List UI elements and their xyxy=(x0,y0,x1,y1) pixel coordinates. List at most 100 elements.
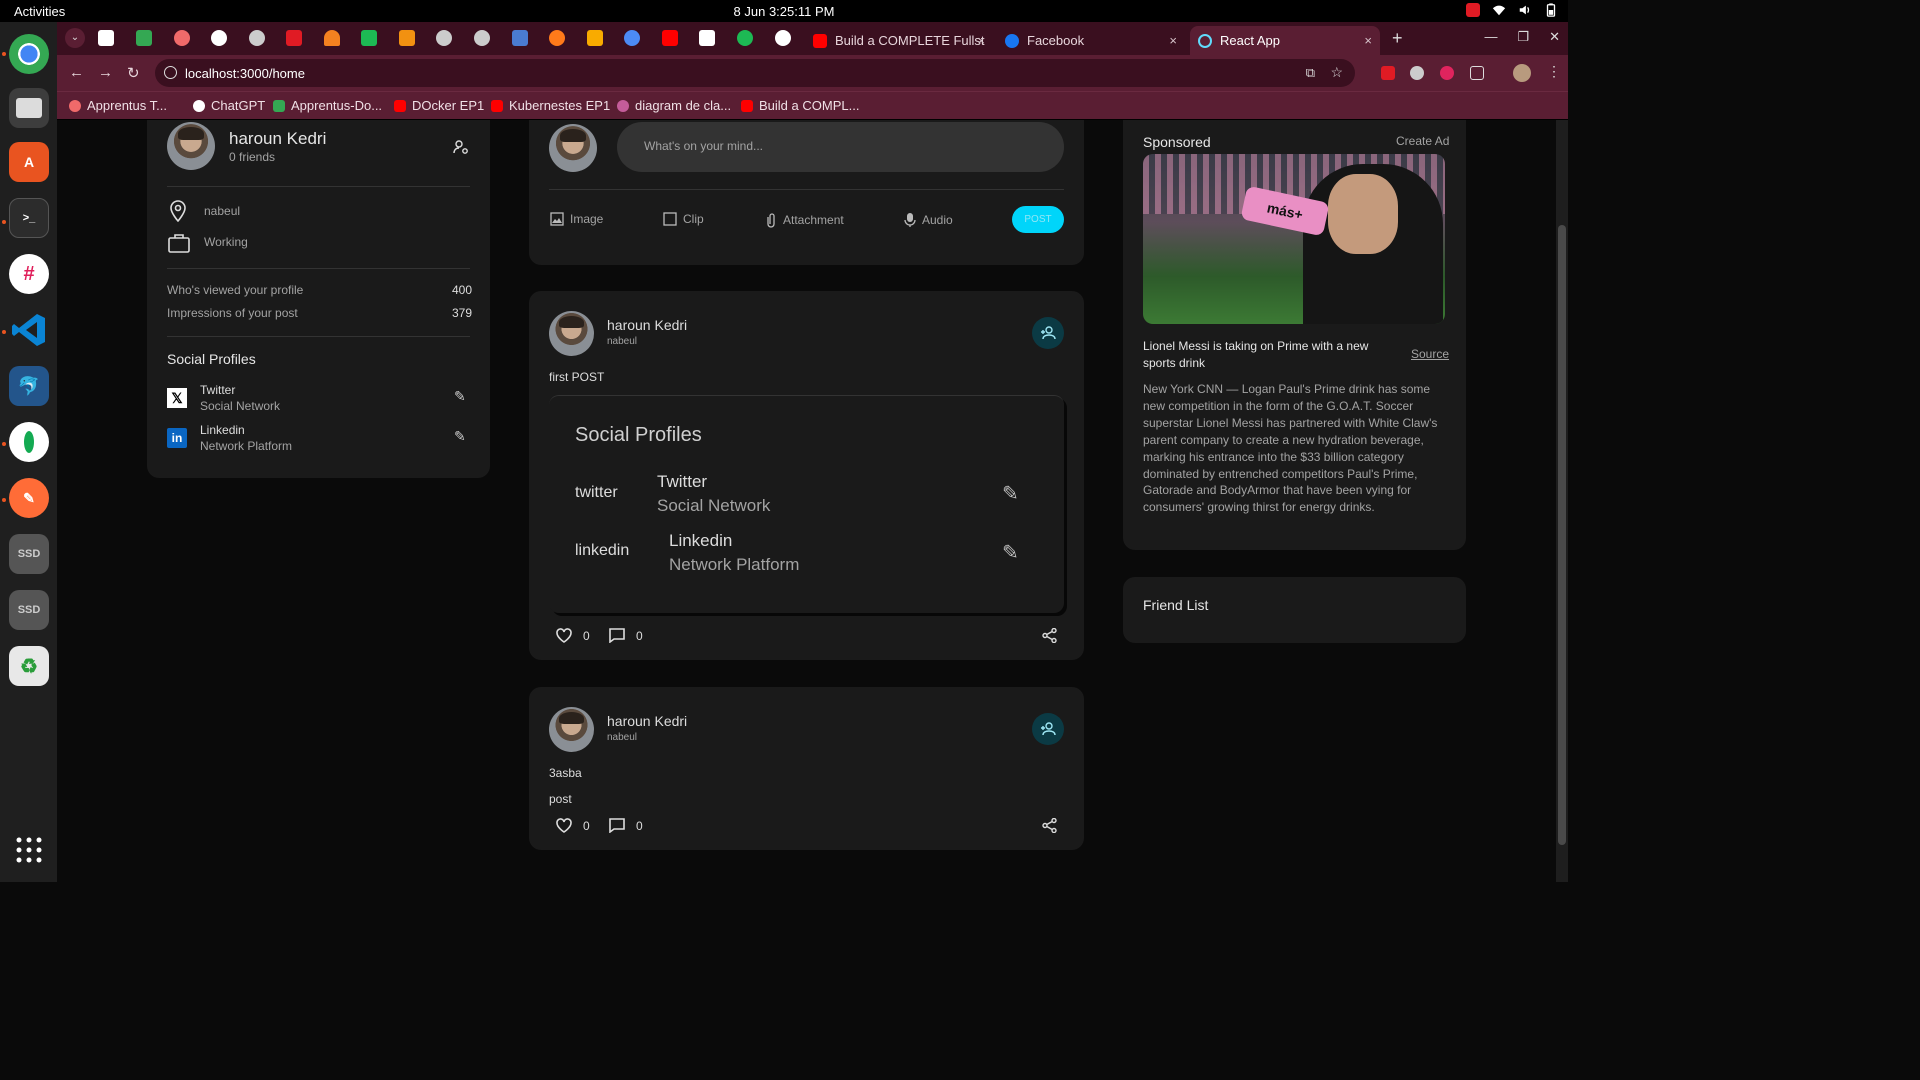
site-info-icon[interactable] xyxy=(164,66,177,79)
address-bar[interactable]: localhost:3000/home ⧉ ☆ xyxy=(155,59,1355,87)
extension-icon[interactable] xyxy=(1381,66,1395,80)
ssd-drive-icon[interactable]: SSD xyxy=(9,534,49,574)
pinned-tab-youtube-icon[interactable] xyxy=(662,30,678,46)
vscode-launcher-icon[interactable] xyxy=(9,310,49,350)
tab-search-icon[interactable]: ⌄ xyxy=(65,28,85,48)
system-tray[interactable] xyxy=(1466,3,1558,17)
battery-icon[interactable] xyxy=(1544,3,1558,17)
close-tab-icon[interactable]: × xyxy=(977,33,985,48)
tab-facebook[interactable]: Facebook × xyxy=(997,26,1185,55)
pinned-tab-gmail-icon[interactable] xyxy=(98,30,114,46)
close-tab-icon[interactable]: × xyxy=(1169,33,1177,48)
pinned-tab-app-icon[interactable] xyxy=(361,30,377,46)
pinned-tab-drive-icon[interactable] xyxy=(136,30,152,46)
audio-action[interactable]: Audio xyxy=(904,212,953,228)
comment-icon[interactable] xyxy=(609,818,625,833)
terminal-launcher-icon[interactable]: >_ xyxy=(9,198,49,238)
install-app-icon[interactable]: ⧉ xyxy=(1306,65,1315,81)
pinned-tab-grafana-icon[interactable] xyxy=(549,30,565,46)
like-heart-icon[interactable] xyxy=(556,628,572,643)
menu-kebab-icon[interactable]: ⋮ xyxy=(1547,63,1561,80)
page-scrollbar[interactable] xyxy=(1556,120,1568,882)
pinned-tab-world-icon[interactable] xyxy=(624,30,640,46)
forward-icon[interactable]: → xyxy=(98,64,113,81)
profile-avatar[interactable] xyxy=(1513,64,1531,82)
chrome-launcher-icon[interactable] xyxy=(9,34,49,74)
files-launcher-icon[interactable] xyxy=(9,88,49,128)
bookmark-item[interactable]: Kubernestes EP1 xyxy=(491,98,610,113)
bookmark-star-icon[interactable]: ☆ xyxy=(1330,64,1343,81)
pinned-tab-asana-icon[interactable] xyxy=(174,30,190,46)
screen-record-icon[interactable] xyxy=(1466,3,1480,17)
post-input[interactable]: What's on your mind... xyxy=(617,122,1064,172)
bookmark-item[interactable]: Apprentus T... xyxy=(69,98,167,113)
trash-icon[interactable]: ♻ xyxy=(9,646,49,686)
attachment-action[interactable]: Attachment xyxy=(765,212,844,228)
edit-linkedin-icon[interactable]: ✎ xyxy=(454,428,466,445)
pinned-tab-docs-icon[interactable] xyxy=(512,30,528,46)
add-friend-button[interactable] xyxy=(1032,317,1064,349)
bookmark-item[interactable]: Build a COMPL... xyxy=(741,98,859,113)
pinned-tab-h-icon[interactable] xyxy=(286,30,302,46)
postman-launcher-icon[interactable]: ✎ xyxy=(9,478,49,518)
ssd-drive-icon[interactable]: SSD xyxy=(9,590,49,630)
bookmark-item[interactable]: diagram de cla... xyxy=(617,98,731,113)
close-tab-icon[interactable]: × xyxy=(1364,33,1372,48)
pinned-tab-globe-icon[interactable] xyxy=(249,30,265,46)
avatar[interactable] xyxy=(549,124,597,172)
post-author[interactable]: haroun Kedri xyxy=(607,317,687,333)
mongodb-compass-icon[interactable] xyxy=(9,422,49,462)
show-apps-icon[interactable] xyxy=(9,830,49,870)
pinned-tab-analytics-icon[interactable] xyxy=(587,30,603,46)
pinned-tab-globe-icon[interactable] xyxy=(436,30,452,46)
image-action[interactable]: Image xyxy=(550,212,603,226)
volume-icon[interactable] xyxy=(1518,3,1532,17)
pinned-tab-spotify-icon[interactable] xyxy=(737,30,753,46)
url-text[interactable]: localhost:3000/home xyxy=(185,66,305,81)
minimize-icon[interactable]: — xyxy=(1484,29,1497,45)
add-friend-button[interactable] xyxy=(1032,713,1064,745)
maximize-icon[interactable]: ❐ xyxy=(1517,29,1529,45)
tab-youtube-fullstack[interactable]: Build a COMPLETE Fullst × xyxy=(805,26,993,55)
new-tab-button[interactable]: + xyxy=(1392,28,1403,49)
avatar[interactable] xyxy=(167,122,215,170)
back-icon[interactable]: ← xyxy=(69,64,84,81)
pinned-tab-cloudflare-icon[interactable] xyxy=(324,30,340,46)
post-author[interactable]: haroun Kedri xyxy=(607,713,687,729)
avatar[interactable] xyxy=(549,707,594,752)
slack-launcher-icon[interactable]: # xyxy=(9,254,49,294)
scrollbar-thumb[interactable] xyxy=(1558,225,1566,845)
edit-icon[interactable]: ✎ xyxy=(1002,481,1019,506)
close-window-icon[interactable]: ✕ xyxy=(1549,29,1560,45)
bookmark-item[interactable]: Apprentus-Do... xyxy=(273,98,382,113)
extensions-puzzle-icon[interactable] xyxy=(1470,66,1484,80)
pinned-tab-chatgpt-icon[interactable] xyxy=(775,30,791,46)
pinned-tab-globe-icon[interactable] xyxy=(474,30,490,46)
system-clock[interactable]: 8 Jun 3:25:11 PM xyxy=(0,4,1568,19)
software-center-icon[interactable]: A xyxy=(9,142,49,182)
manage-accounts-icon[interactable] xyxy=(453,139,469,155)
avatar[interactable] xyxy=(549,311,594,356)
edit-icon[interactable]: ✎ xyxy=(1002,540,1019,565)
profile-name[interactable]: haroun Kedri xyxy=(229,129,326,149)
comment-icon[interactable] xyxy=(609,628,625,643)
share-icon[interactable] xyxy=(1042,818,1057,833)
wifi-icon[interactable] xyxy=(1492,3,1506,17)
create-ad-link[interactable]: Create Ad xyxy=(1396,134,1449,148)
extension-icon[interactable] xyxy=(1410,66,1424,80)
bookmark-item[interactable]: ChatGPT xyxy=(193,98,265,113)
edit-twitter-icon[interactable]: ✎ xyxy=(454,388,466,405)
pinned-tab-github-icon[interactable] xyxy=(211,30,227,46)
bookmark-item[interactable]: DOcker EP1 xyxy=(394,98,484,113)
share-icon[interactable] xyxy=(1042,628,1057,643)
pinned-tab-box-icon[interactable] xyxy=(399,30,415,46)
like-heart-icon[interactable] xyxy=(556,818,572,833)
mysql-workbench-icon[interactable]: 🐬 xyxy=(9,366,49,406)
post-button[interactable]: POST xyxy=(1012,206,1064,233)
pinned-tab-flag-icon[interactable] xyxy=(699,30,715,46)
ad-source-link[interactable]: Source xyxy=(1411,347,1449,361)
adblock-extension-icon[interactable] xyxy=(1440,66,1454,80)
reload-icon[interactable]: ↻ xyxy=(127,64,140,82)
tab-react-app[interactable]: React App × xyxy=(1190,26,1380,55)
ad-image[interactable]: más+ xyxy=(1143,154,1445,324)
